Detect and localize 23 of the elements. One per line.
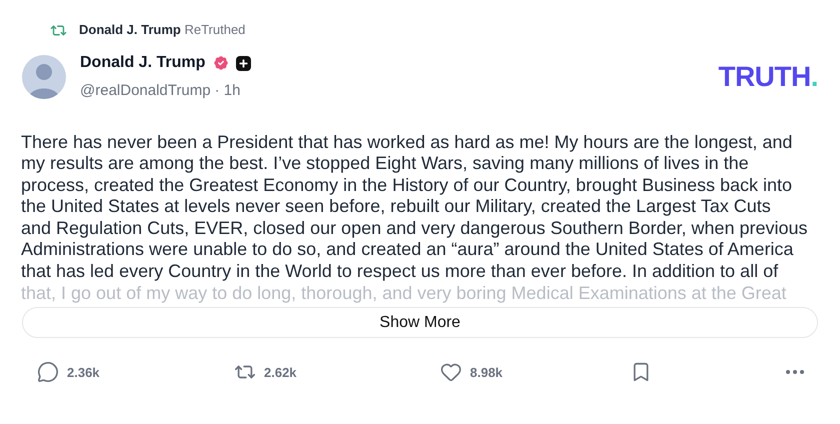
avatar[interactable] (22, 54, 66, 99)
author-name[interactable]: Donald J. Trump (80, 51, 206, 75)
post-text-line: and Regulation Cuts, EVER, closed our open and very dangerous Southern Border, when previous (21, 218, 808, 240)
truth-logo: TRUTH. (718, 62, 818, 91)
post-text-line: There has never been a President that has worked as hard as me! My hours are the longest, and (21, 132, 794, 154)
post-text-line: the United States at levels never seen before, rebuilt our Military, created the Largest Tax Cuts (21, 196, 772, 218)
post-text-line: that, I go out of my way to do long, thorough, and very boring Medical Examinations at the Great (21, 282, 788, 304)
show-more-button[interactable]: Show More (22, 307, 818, 338)
heart-icon (440, 361, 462, 384)
plus-icon (236, 56, 252, 70)
post-text-line: Administrations were unable to do so, and created an “aura” around the United States of America (21, 239, 794, 262)
post-text-line: my results are among the best. I’ve stopped Eight Wars, saving many millions of lives in the (21, 153, 750, 175)
author-handle[interactable]: @realDonaldTrump (80, 80, 211, 102)
post-text-line: that has led every Country in the World to respect us more than ever before. In addition to all of (21, 261, 780, 283)
reply-action-button[interactable]: 2.36k (37, 361, 100, 384)
speech-bubble-icon (37, 361, 59, 384)
post-text-line: process, created the Greatest Economy in the History of our Country, brought Business back into (21, 174, 794, 196)
more-icon (786, 370, 804, 374)
retruth-action-button[interactable]: 2.62k (234, 361, 297, 384)
like-action-button[interactable]: 8.98k (440, 361, 503, 384)
post-time: · 1h (214, 81, 240, 101)
more-action-button[interactable] (784, 370, 804, 374)
retruth-label: Donald J. Trump ReTruthed (79, 21, 246, 40)
